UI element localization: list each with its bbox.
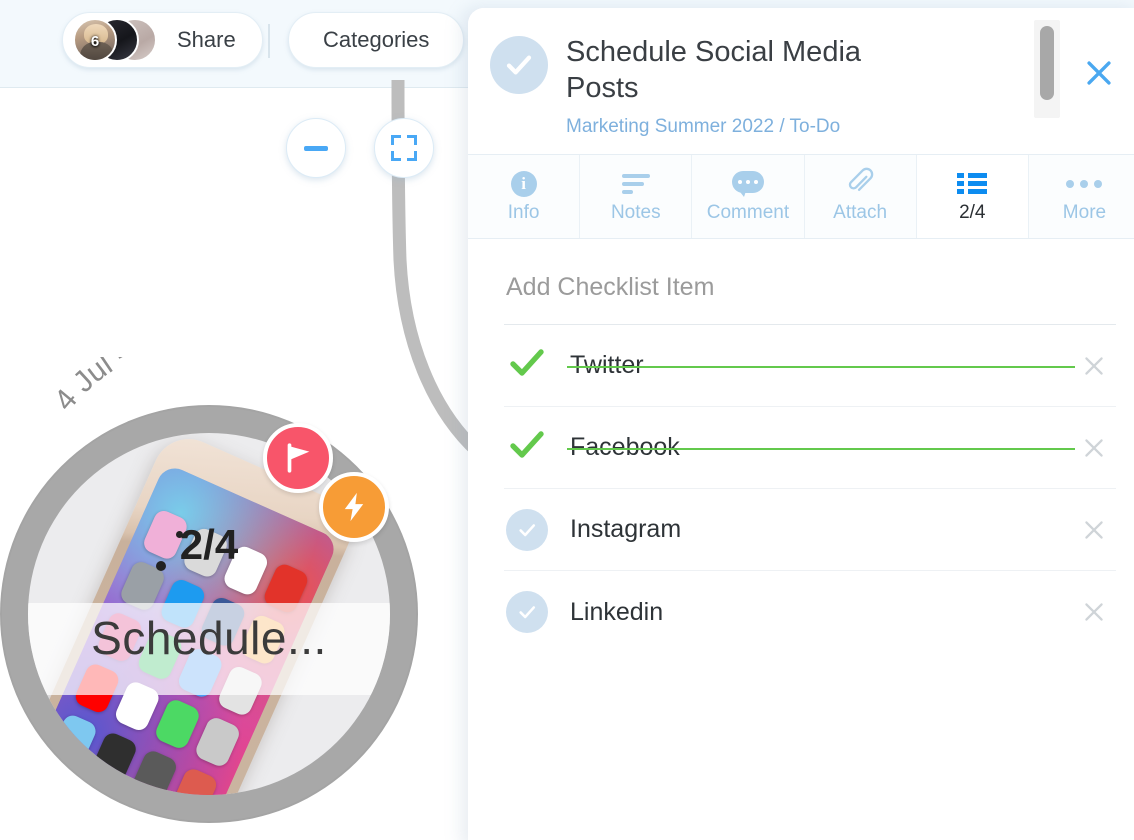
panel-header: Schedule Social Media Posts Marketing Su… [468,8,1134,155]
tab-comment-label: Comment [706,202,790,223]
tab-checklist[interactable]: 2/4 [916,155,1029,238]
add-checklist-item-input[interactable] [504,273,1116,325]
panel-scrollbar[interactable] [1034,20,1060,118]
checklist-row[interactable]: Twitter [504,325,1116,407]
categories-button[interactable]: Categories [288,12,465,68]
close-icon [1085,356,1103,375]
tab-info[interactable]: i Info [468,155,581,238]
scrollbar-thumb[interactable] [1040,26,1054,100]
checklist-checkbox-unchecked[interactable] [504,508,550,551]
tab-notes-label: Notes [610,202,661,223]
checklist-checkbox-checked[interactable] [504,430,550,465]
node-title: Schedule... [91,612,327,664]
categories-button-label: Categories [323,27,430,52]
breadcrumb: Marketing Summer 2022 / To-Do [566,116,841,137]
delete-checklist-item-button[interactable] [1072,426,1116,470]
notes-icon [621,174,650,194]
circle-check-icon [506,591,548,633]
tab-checklist-label: 2/4 [959,202,986,223]
bolt-badge-icon[interactable] [319,472,389,542]
mindmap-node[interactable]: 4 Jul - 6 Jul [0,357,450,825]
circle-check-icon [506,508,548,551]
toolbar-divider [268,24,270,58]
green-check-icon [510,430,544,465]
checklist-item-label: Linkedin [570,597,664,626]
checklist-row[interactable]: Instagram [504,489,1116,571]
checklist-item-label: Facebook [567,433,1075,462]
ellipsis-icon [1066,180,1103,188]
add-checklist-item-row [504,239,1116,325]
task-detail-panel: Schedule Social Media Posts Marketing Su… [468,8,1134,840]
checklist-row[interactable]: Linkedin [504,571,1116,653]
share-count-badge: 6 [90,32,100,50]
comment-icon [731,171,764,197]
fit-to-screen-button[interactable] [374,118,434,178]
delete-checklist-item-button[interactable] [1072,344,1116,388]
minus-icon [304,145,328,151]
node-dot [156,561,166,571]
delete-checklist-item-button[interactable] [1072,590,1116,634]
share-button[interactable]: 6 Share [62,12,263,68]
checklist-item-label: Instagram [570,515,682,543]
tab-comment[interactable]: Comment [692,155,805,238]
checklist-panel-body: Twitter Facebook [468,239,1134,840]
paperclip-icon [846,167,874,202]
checklist-checkbox-checked[interactable] [504,348,550,383]
checklist-row[interactable]: Facebook [504,407,1116,489]
close-panel-button[interactable] [1072,46,1126,100]
tab-notes[interactable]: Notes [580,155,693,238]
close-icon [1085,438,1103,457]
tab-more-label: More [1062,202,1107,223]
info-icon: i [510,171,537,197]
green-check-icon [510,348,544,383]
close-icon [1085,603,1103,621]
panel-tabs: i Info Notes Comment Attach 2/4 More [468,155,1134,239]
close-icon [1087,61,1111,85]
share-button-label: Share [177,27,236,52]
delete-checklist-item-button[interactable] [1072,508,1116,552]
tab-more[interactable]: More [1028,155,1134,238]
close-icon [1085,520,1103,539]
avatar-stack: 6 [73,18,165,62]
zoom-out-button[interactable] [286,118,346,178]
task-complete-icon[interactable] [490,36,548,94]
page-title: Schedule Social Media Posts [566,36,862,104]
tab-attach[interactable]: Attach [804,155,917,238]
tab-attach-label: Attach [833,202,888,223]
flag-badge-icon[interactable] [263,423,333,493]
checklist-checkbox-unchecked[interactable] [504,591,550,633]
tab-info-label: Info [507,202,540,223]
checklist-icon [957,173,988,195]
expand-icon [391,135,417,161]
app-root: 4 Jul - 6 Jul [0,0,1134,840]
checklist-item-label: Twitter [567,351,1075,380]
